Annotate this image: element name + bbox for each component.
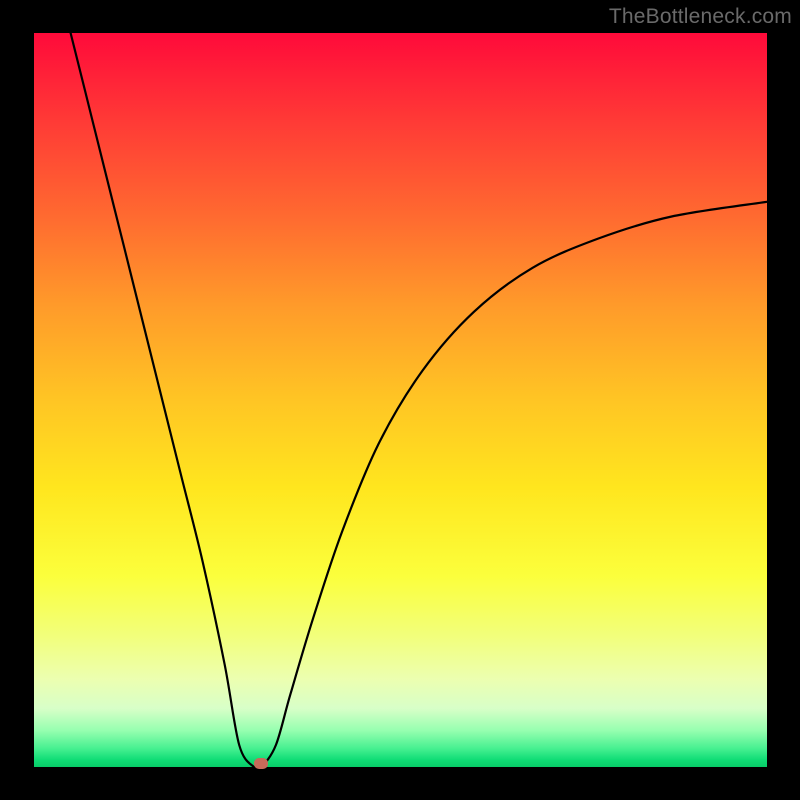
bottleneck-curve [34,33,767,767]
plot-area [34,33,767,767]
watermark-text: TheBottleneck.com [609,5,792,29]
optimum-marker [254,758,268,769]
chart-frame: TheBottleneck.com [0,0,800,800]
